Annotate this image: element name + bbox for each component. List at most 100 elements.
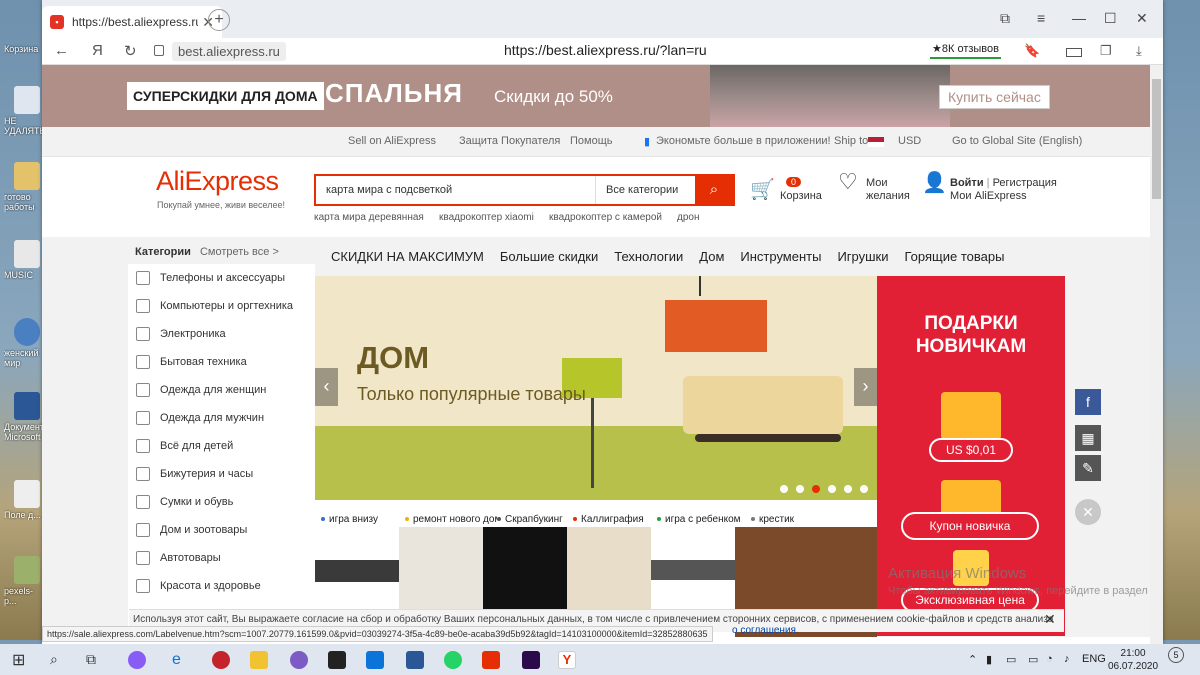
suggestion-link[interactable]: карта мира деревянная: [314, 212, 424, 223]
viber-icon[interactable]: [290, 651, 308, 669]
lock-icon[interactable]: [154, 45, 164, 56]
word-icon[interactable]: [406, 651, 424, 669]
carousel-dot[interactable]: [828, 485, 836, 493]
desktop-icon-do-not-delete[interactable]: НЕ УДАЛЯТЬ: [4, 86, 44, 136]
category-item[interactable]: Электроника: [128, 320, 315, 348]
store-icon[interactable]: [328, 651, 346, 669]
wishlist-button[interactable]: ♡ Мои желания: [838, 171, 910, 203]
menu-item[interactable]: Большие скидки: [500, 249, 598, 264]
back-icon[interactable]: ←: [54, 42, 69, 59]
app-red-icon[interactable]: [212, 651, 230, 669]
menu-item[interactable]: Игрушки: [837, 249, 888, 264]
qr-code-icon[interactable]: ▦: [1075, 425, 1101, 451]
app-link[interactable]: Экономьте больше в приложении!: [656, 135, 831, 147]
close-circle-icon[interactable]: ✕: [1075, 499, 1101, 525]
global-site-link[interactable]: Go to Global Site (English): [952, 135, 1082, 147]
edge-icon[interactable]: e: [172, 651, 190, 669]
carousel-dot[interactable]: [860, 485, 868, 493]
menu-item[interactable]: Технологии: [614, 249, 683, 264]
category-item[interactable]: Всё для детей: [128, 432, 315, 460]
desktop-icon-word-doc[interactable]: Документ Microsoft: [4, 392, 44, 442]
carousel-prev-button[interactable]: ‹: [315, 368, 338, 406]
hot-tag[interactable]: игра с ребенком: [657, 514, 741, 525]
protection-link[interactable]: Защита Покупателя: [459, 135, 560, 147]
yandex-red-icon[interactable]: [482, 651, 500, 669]
see-all-link[interactable]: Смотреть все >: [200, 246, 279, 258]
facebook-icon[interactable]: f: [1075, 389, 1101, 415]
carousel-dot-active[interactable]: [812, 485, 820, 493]
search-icon[interactable]: ⌕: [50, 651, 68, 669]
new-tab-button[interactable]: +: [208, 9, 230, 31]
login-link[interactable]: Войти: [950, 177, 984, 189]
file-explorer-icon[interactable]: [250, 651, 268, 669]
whatsapp-icon[interactable]: [444, 651, 462, 669]
my-aliexpress-link[interactable]: Мои AliExpress: [950, 190, 1057, 203]
hot-tag[interactable]: Каллиграфия: [573, 514, 644, 525]
carousel-next-button[interactable]: ›: [854, 368, 877, 406]
cookie-close-icon[interactable]: ✕: [1044, 611, 1056, 628]
language-indicator[interactable]: ENG: [1082, 653, 1106, 665]
minimize-icon[interactable]: —: [1072, 10, 1086, 26]
category-item[interactable]: Бижутерия и часы: [128, 460, 315, 488]
carousel-dot[interactable]: [780, 485, 788, 493]
tray-chevron-icon[interactable]: ⌃: [968, 653, 977, 666]
banner-cta-button[interactable]: Купить сейчас: [939, 85, 1050, 109]
category-item[interactable]: Бытовая техника: [128, 348, 315, 376]
extensions-icon[interactable]: ❐: [1100, 43, 1112, 59]
premiere-icon[interactable]: [522, 651, 540, 669]
bookmark-icon[interactable]: 🔖: [1024, 43, 1040, 59]
yandex-browser-icon[interactable]: Y: [558, 651, 576, 669]
promo-banner[interactable]: СУПЕРСКИДКИ ДЛЯ ДОМА СПАЛЬНЯ Скидки до 5…: [42, 65, 1150, 127]
suggestion-link[interactable]: дрон: [677, 212, 699, 223]
aliexpress-logo[interactable]: AliExpress: [156, 166, 279, 197]
newcomer-promo[interactable]: ПОДАРКИ НОВИЧКАМ US $0,01 Купон новичка Э…: [877, 276, 1065, 636]
currency-link[interactable]: USD: [898, 135, 921, 147]
desktop-icon-field[interactable]: Поле д...: [4, 480, 44, 520]
menu-item[interactable]: СКИДКИ НА МАКСИМУМ: [331, 249, 484, 264]
menu-item[interactable]: Горящие товары: [905, 249, 1005, 264]
clock[interactable]: 21:00 06.07.2020: [1108, 647, 1158, 673]
carousel-dot[interactable]: [796, 485, 804, 493]
sell-link[interactable]: Sell on AliExpress: [348, 135, 436, 147]
hot-tag[interactable]: игра внизу: [321, 514, 378, 525]
category-item[interactable]: Телефоны и аксессуары: [128, 264, 315, 292]
url-field[interactable]: https://best.aliexpress.ru/?lan=ru: [504, 42, 707, 58]
search-button[interactable]: ⌕: [695, 176, 733, 204]
close-window-icon[interactable]: ✕: [1136, 10, 1148, 27]
account-menu[interactable]: 👤 Войти | Регистрация Мои AliExpress: [922, 173, 1057, 203]
maximize-icon[interactable]: ☐: [1104, 10, 1117, 27]
category-item[interactable]: Одежда для женщин: [128, 376, 315, 404]
page-scrollbar[interactable]: [1150, 65, 1163, 644]
category-item[interactable]: Сумки и обувь: [128, 488, 315, 516]
hot-tag[interactable]: ремонт нового дома: [405, 514, 507, 525]
policy-link[interactable]: о соглашения.: [732, 625, 799, 636]
volume-icon[interactable]: ♪: [1064, 653, 1070, 665]
scrollbar-thumb[interactable]: [1152, 79, 1161, 199]
menu-item[interactable]: Дом: [699, 249, 724, 264]
hot-tag[interactable]: крестик: [751, 514, 794, 525]
reviews-badge[interactable]: ★8К отзывов: [930, 40, 1001, 59]
edit-icon[interactable]: ✎: [1075, 455, 1101, 481]
price-pill[interactable]: US $0,01: [929, 438, 1013, 462]
display-icon[interactable]: ▭: [1028, 653, 1038, 666]
network-icon[interactable]: ◔: [1046, 653, 1053, 665]
windows-start-icon[interactable]: ⊞: [12, 650, 30, 669]
tab-aliexpress[interactable]: ▪ https://best.aliexpress.ru ✕: [42, 6, 222, 38]
register-link[interactable]: Регистрация: [993, 177, 1057, 189]
mail-icon[interactable]: [366, 651, 384, 669]
category-item[interactable]: Красота и здоровье: [128, 572, 315, 600]
coupon-button[interactable]: Купон новичка: [901, 512, 1039, 540]
desktop-icon-ready[interactable]: готово работы: [4, 162, 44, 212]
reload-icon[interactable]: ↻: [124, 42, 137, 60]
notification-count-badge[interactable]: 5: [1168, 647, 1184, 663]
site-short-url[interactable]: best.aliexpress.ru: [172, 42, 286, 61]
suggestion-link[interactable]: квадрокоптер с камерой: [549, 212, 662, 223]
category-item[interactable]: Компьютеры и оргтехника: [128, 292, 315, 320]
category-item[interactable]: Дом и зоотовары: [128, 516, 315, 544]
mic-icon[interactable]: ▮: [986, 653, 992, 666]
category-item[interactable]: Одежда для мужчин: [128, 404, 315, 432]
bookmarks-panel-icon[interactable]: ⧉: [1000, 10, 1010, 27]
downloads-icon[interactable]: ⤓: [1136, 43, 1142, 59]
alice-assistant-icon[interactable]: [128, 651, 146, 669]
help-link[interactable]: Помощь: [570, 135, 613, 147]
